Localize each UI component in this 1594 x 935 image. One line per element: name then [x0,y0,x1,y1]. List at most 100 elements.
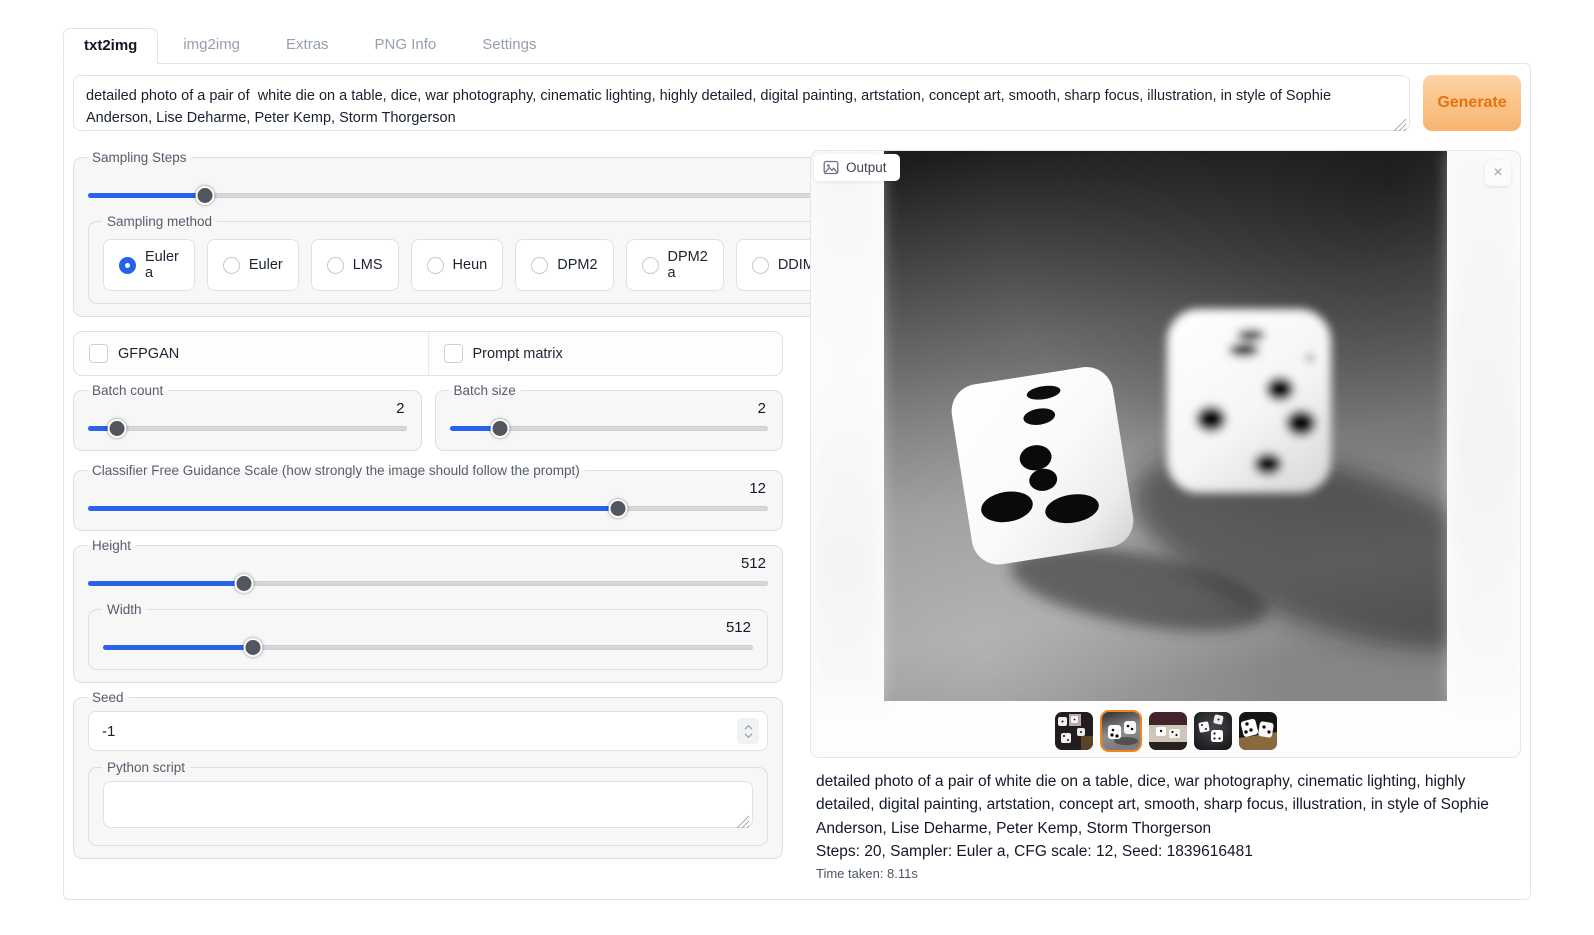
gfpgan-checkbox[interactable]: GFPGAN [74,332,428,375]
caption-time-taken: Time taken: 8.11s [816,866,1519,881]
gallery-thumbnail-1[interactable] [1055,712,1093,750]
seed-label: Seed [87,690,129,705]
checkbox-icon[interactable] [444,344,463,363]
tab-img2img[interactable]: img2img [162,27,261,63]
gallery-thumbnail-4[interactable] [1194,712,1232,750]
slider-track[interactable] [88,426,407,431]
slider-fill [88,193,205,198]
gallery-thumbnail-3[interactable] [1149,712,1187,750]
radio-label: LMS [353,257,383,273]
batch-row: Batch count 2 Batch size 2 [73,383,783,451]
script-wrap [103,781,753,833]
radio-euler[interactable]: Euler [207,239,299,291]
output-panel-label: Output [814,154,900,181]
slider-thumb[interactable] [609,499,628,518]
slider-thumb[interactable] [491,419,510,438]
seed-wrap [88,711,768,751]
slider-thumb[interactable] [243,638,262,657]
tab-extras[interactable]: Extras [265,27,350,63]
tab-content: detailed photo of a pair of white die on… [63,63,1531,900]
height-slider[interactable] [88,573,768,593]
prompt-row: detailed photo of a pair of white die on… [73,75,1521,136]
slider-fill [103,645,253,650]
prompt-input[interactable]: detailed photo of a pair of white die on… [73,75,1410,131]
generate-button[interactable]: Generate [1423,75,1521,131]
radio-label: Euler [249,257,283,273]
radio-heun[interactable]: Heun [411,239,504,291]
txt2img-app: txt2img img2img Extras PNG Info Settings… [63,27,1531,900]
radio-icon[interactable] [752,257,769,274]
number-spinner[interactable] [737,718,759,744]
output-gallery-panel: Output × [810,150,1521,758]
gallery-thumbnails [811,710,1520,752]
batch-count-label: Batch count [87,383,168,398]
gallery-left-margin [811,151,881,701]
image-icon [823,160,839,175]
python-script-group: Python script [88,760,768,846]
radio-dpm2-a[interactable]: DPM2 a [626,239,724,291]
tab-settings[interactable]: Settings [461,27,557,63]
focused-die [948,363,1137,568]
batch-size-value: 2 [450,400,769,417]
radio-icon[interactable] [327,257,344,274]
python-script-label: Python script [102,760,190,775]
slider-thumb[interactable] [196,186,215,205]
toggle-row: GFPGAN Prompt matrix [73,331,783,376]
radio-euler-a[interactable]: Euler a [103,239,195,291]
slider-thumb[interactable] [107,419,126,438]
cfg-scale-slider[interactable] [88,498,768,518]
close-icon[interactable]: × [1485,160,1511,186]
slider-fill [88,506,618,511]
batch-size-group: Batch size 2 [435,383,784,451]
caption-prompt-text: detailed photo of a pair of white die on… [816,770,1519,840]
radio-label: DPM2 [557,257,597,273]
radio-icon[interactable] [531,257,548,274]
height-label: Height [87,538,136,553]
settings-column: Sampling Steps 20 Sampling method Euler … [73,150,783,881]
cfg-scale-label: Classifier Free Guidance Scale (how stro… [87,463,585,478]
generated-image[interactable] [884,151,1447,701]
gallery-right-margin [1450,151,1520,701]
batch-size-slider[interactable] [450,418,769,438]
caption-params-text: Steps: 20, Sampler: Euler a, CFG scale: … [816,840,1519,863]
tab-bar: txt2img img2img Extras PNG Info Settings [63,27,1531,63]
chevron-up-icon[interactable] [744,724,753,731]
radio-label: Heun [453,257,488,273]
radio-icon[interactable] [642,257,659,274]
seed-group: Seed Python script [73,690,783,859]
slider-fill [88,581,244,586]
seed-input[interactable] [88,711,768,751]
radio-icon[interactable] [427,257,444,274]
tab-png-info[interactable]: PNG Info [354,27,458,63]
cfg-scale-value: 12 [88,480,768,497]
batch-count-group: Batch count 2 [73,383,422,451]
checkbox-icon[interactable] [89,344,108,363]
batch-count-slider[interactable] [88,418,407,438]
radio-selected-icon[interactable] [119,257,136,274]
python-script-input[interactable] [103,781,753,828]
sampling-steps-label: Sampling Steps [87,150,192,165]
radio-label: DPM2 a [668,249,708,281]
width-slider[interactable] [103,637,753,657]
batch-size-label: Batch size [449,383,521,398]
prompt-wrap: detailed photo of a pair of white die on… [73,75,1410,136]
output-label-text: Output [846,160,887,175]
prompt-matrix-label: Prompt matrix [473,346,563,362]
gallery-thumbnail-2-selected[interactable] [1100,710,1142,752]
gfpgan-label: GFPGAN [118,346,179,362]
radio-lms[interactable]: LMS [311,239,399,291]
blurred-die [1167,309,1331,493]
cfg-scale-group: Classifier Free Guidance Scale (how stro… [73,463,783,531]
gallery-thumbnail-5[interactable] [1239,712,1277,750]
radio-label: Euler a [145,249,179,281]
prompt-matrix-checkbox[interactable]: Prompt matrix [428,332,783,375]
width-group: Width 512 [88,602,768,670]
radio-icon[interactable] [223,257,240,274]
height-value: 512 [88,555,768,572]
slider-thumb[interactable] [235,574,254,593]
chevron-down-icon[interactable] [744,732,753,739]
radio-dpm2[interactable]: DPM2 [515,239,613,291]
output-column: Output × [810,150,1521,881]
width-label: Width [102,602,147,617]
tab-txt2img[interactable]: txt2img [63,28,158,64]
